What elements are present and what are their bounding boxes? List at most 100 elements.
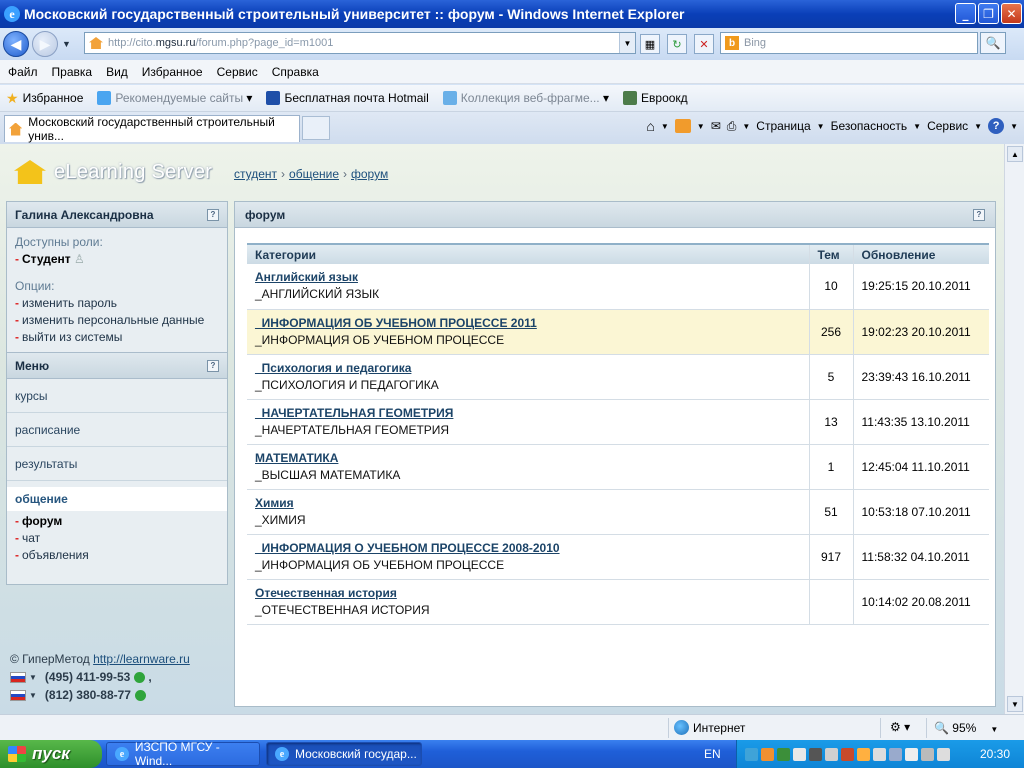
help-icon[interactable]: ? <box>988 118 1005 134</box>
vertical-scrollbar[interactable]: ▲ ▼ <box>1004 144 1024 714</box>
table-row: МАТЕМАТИКА _ВЫСШАЯ МАТЕМАТИКА 1 12:45:04 11… <box>247 444 989 490</box>
tray-icon[interactable] <box>777 747 790 761</box>
menu-courses[interactable]: курсы <box>7 379 227 413</box>
search-field[interactable]: b Bing <box>720 32 978 54</box>
protected-mode-icon[interactable]: ⚙ ▾ <box>890 720 910 734</box>
tray-icon[interactable] <box>809 747 822 761</box>
crumb-forum[interactable]: форум <box>351 167 388 181</box>
close-button[interactable]: ✕ <box>1001 3 1022 24</box>
crumb-student[interactable]: студент <box>234 167 277 181</box>
address-field[interactable]: http://cito.mgsu.ru/forum.php?page_id=m1… <box>84 32 636 54</box>
tray-icon[interactable] <box>889 747 902 761</box>
phone-spb: (812) 380-88-77 <box>44 688 131 702</box>
new-tab-button[interactable] <box>302 116 330 140</box>
mail-icon[interactable]: ✉ <box>711 119 721 133</box>
scroll-up-icon[interactable]: ▲ <box>1007 146 1023 162</box>
option-change-password[interactable]: изменить пароль <box>15 295 219 312</box>
category-link[interactable]: _НАЧЕРТАТЕЛЬНАЯ ГЕОМЕТРИЯ <box>255 406 453 420</box>
search-button[interactable]: 🔍 <box>980 32 1006 54</box>
help-icon[interactable]: ? <box>973 208 985 221</box>
menu-communication[interactable]: общение <box>7 487 227 511</box>
category-link[interactable]: _ИНФОРМАЦИЯ ОБ УЧЕБНОМ ПРОЦЕССЕ 2011 <box>255 316 537 330</box>
tray-icon[interactable] <box>745 747 758 761</box>
category-link[interactable]: Отечественная история <box>255 586 397 600</box>
back-button[interactable]: ◀ <box>3 31 29 57</box>
option-change-personal-data[interactable]: изменить персональные данные <box>15 312 219 329</box>
history-dropdown-icon[interactable]: ▼ <box>62 39 71 49</box>
home-icon[interactable]: ⌂ <box>646 118 654 134</box>
ie-icon <box>97 91 112 105</box>
submenu-announcements[interactable]: объявления <box>15 547 219 564</box>
print-icon[interactable]: ⎙ <box>727 119 737 134</box>
compatibility-icon[interactable]: ▦ <box>640 34 660 54</box>
page-menu[interactable]: Страница <box>756 119 810 133</box>
crumb-communication[interactable]: общение <box>289 167 339 181</box>
role-student[interactable]: Студент ♙ <box>15 251 219 268</box>
fav-hotmail[interactable]: Бесплатная почта Hotmail <box>266 91 429 105</box>
menu-results[interactable]: результаты <box>7 447 227 481</box>
ie-icon: e <box>275 747 289 761</box>
volume-icon[interactable] <box>873 747 886 761</box>
submenu-forum[interactable]: форум <box>15 513 219 530</box>
fav-web-slices[interactable]: Коллекция веб-фрагме... ▾ <box>442 91 609 105</box>
help-icon[interactable]: ? <box>207 208 219 221</box>
language-indicator[interactable]: EN <box>704 747 721 761</box>
option-logout[interactable]: выйти из системы <box>15 329 219 346</box>
category-desc: _ОТЕЧЕСТВЕННАЯ ИСТОРИЯ <box>255 602 430 617</box>
address-dropdown-icon[interactable]: ▼ <box>619 33 635 53</box>
task-mgsu[interactable]: e Московский государ... <box>266 742 422 766</box>
refresh-icon[interactable]: ↻ <box>667 34 687 54</box>
start-button[interactable]: пуск <box>0 740 102 768</box>
call-icon[interactable] <box>134 689 146 701</box>
zoom-control[interactable]: 🔍 95% ▼ <box>934 721 998 735</box>
minimize-button[interactable]: _ <box>955 3 976 24</box>
tray-icon[interactable] <box>905 747 918 761</box>
category-link[interactable]: Химия <box>255 496 294 510</box>
category-link[interactable]: Английский язык <box>255 270 358 284</box>
forward-button[interactable]: ▶ <box>32 31 58 57</box>
safety-menu[interactable]: Безопасность <box>831 119 908 133</box>
site-logo[interactable]: eLearning Server <box>14 160 212 184</box>
tray-icon[interactable] <box>857 747 870 761</box>
category-link[interactable]: МАТЕМАТИКА <box>255 451 338 465</box>
submenu-chat[interactable]: чат <box>15 530 219 547</box>
table-row: _НАЧЕРТАТЕЛЬНАЯ ГЕОМЕТРИЯ _НАЧЕРТАТЕЛЬНАЯ… <box>247 399 989 445</box>
tray-icon[interactable] <box>921 747 934 761</box>
learnware-link[interactable]: http://learnware.ru <box>93 652 190 666</box>
table-row: Английский язык _АНГЛИЙСКИЙ ЯЗЫК 10 19:25:1… <box>247 264 989 310</box>
fav-suggested-sites[interactable]: Рекомендуемые сайты ▾ <box>97 91 252 105</box>
tab-forum[interactable]: Московский государственный строительный … <box>4 115 300 143</box>
task-izspo[interactable]: e ИЗСПО МГСУ - Wind... <box>106 740 260 768</box>
topic-count: 917 <box>808 534 854 580</box>
help-icon[interactable]: ? <box>207 359 219 372</box>
call-icon[interactable] <box>134 671 146 683</box>
menu-view[interactable]: Вид <box>106 65 128 79</box>
tray-icon[interactable] <box>793 747 806 761</box>
restore-button[interactable]: ❐ <box>978 3 999 24</box>
table-row: Химия _ХИМИЯ 51 10:53:18 07.10.2011 <box>247 489 989 535</box>
tray-icon[interactable] <box>761 747 774 761</box>
feeds-icon[interactable] <box>674 119 691 133</box>
forum-panel: форум? Категории Тем Обновление Английск… <box>234 201 996 707</box>
menu-schedule[interactable]: расписание <box>7 413 227 447</box>
category-link[interactable]: _Психология и педагогика <box>255 361 411 375</box>
ie-icon <box>442 91 457 105</box>
menu-tools[interactable]: Сервис <box>217 65 258 79</box>
tray-icon[interactable] <box>825 747 838 761</box>
fav-evrookd[interactable]: Евроокд <box>623 91 688 105</box>
tools-menu[interactable]: Сервис <box>927 119 968 133</box>
tray-icon[interactable] <box>937 747 950 761</box>
category-link[interactable]: _ИНФОРМАЦИЯ О УЧЕБНОМ ПРОЦЕССЕ 2008-2010 <box>255 541 560 555</box>
category-desc: _ХИМИЯ <box>255 512 306 527</box>
menu-file[interactable]: Файл <box>8 65 38 79</box>
favorites-button[interactable]: ★ Избранное <box>6 90 83 107</box>
menu-help[interactable]: Справка <box>272 65 319 79</box>
tray-icon[interactable] <box>841 747 854 761</box>
msn-icon <box>266 91 281 105</box>
menu-favorites[interactable]: Избранное <box>142 65 203 79</box>
stop-icon[interactable]: ✕ <box>694 34 714 54</box>
scroll-down-icon[interactable]: ▼ <box>1007 696 1023 712</box>
menu-edit[interactable]: Правка <box>52 65 93 79</box>
clock: 20:30 <box>979 747 1010 761</box>
russia-flag-icon <box>10 671 26 683</box>
